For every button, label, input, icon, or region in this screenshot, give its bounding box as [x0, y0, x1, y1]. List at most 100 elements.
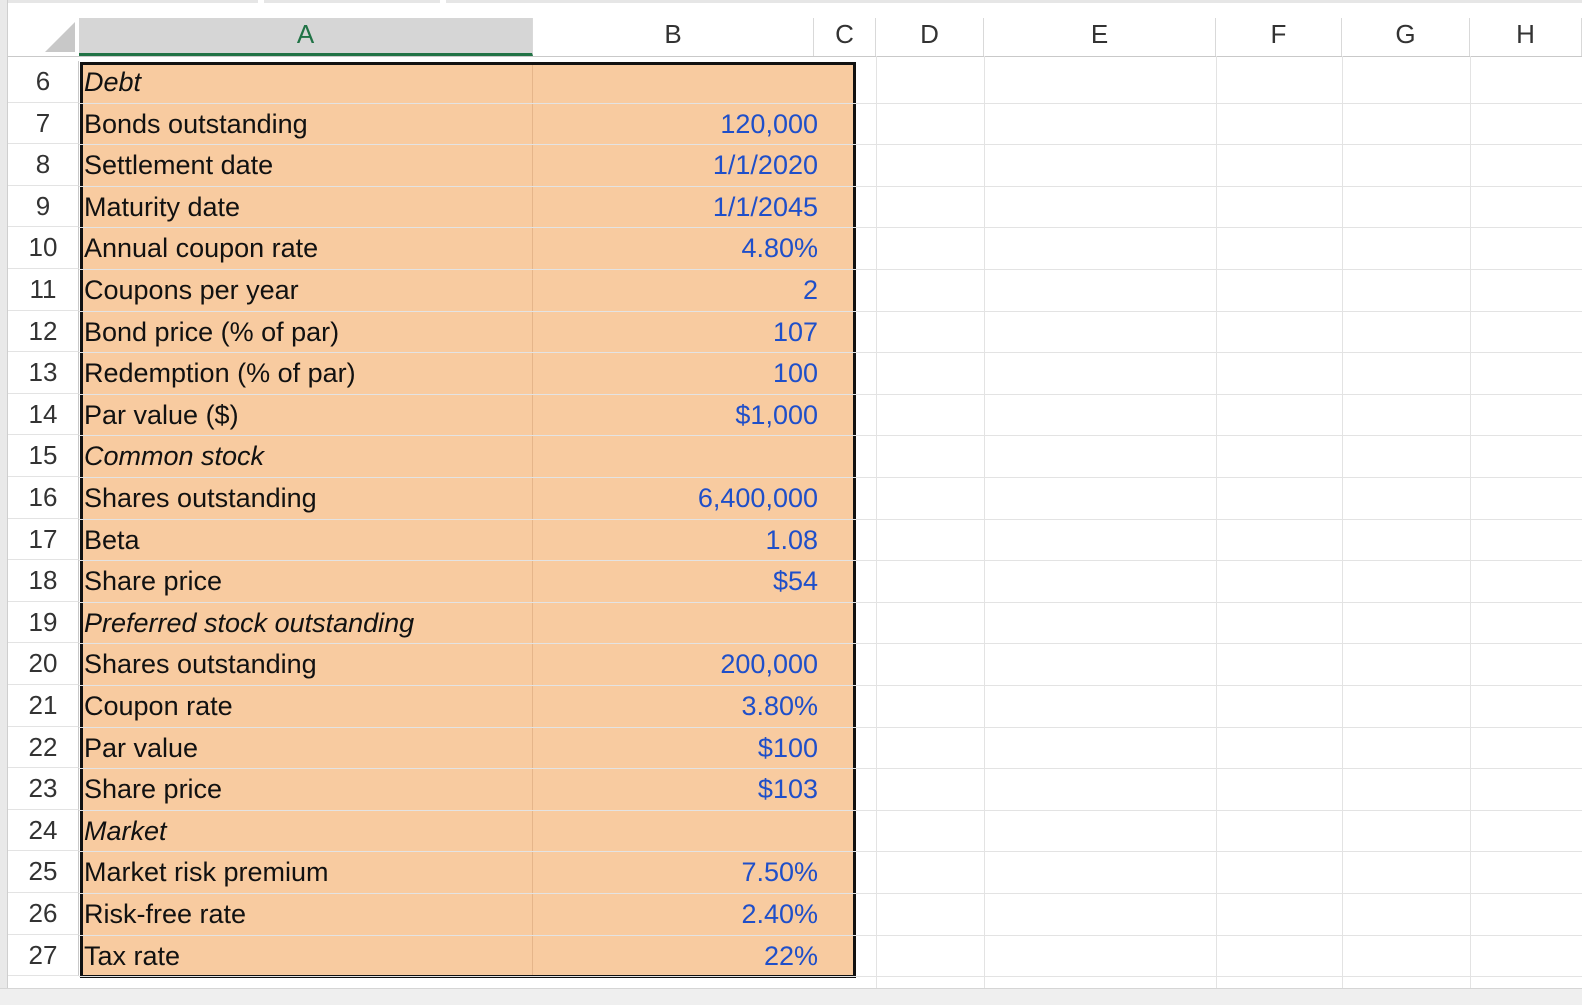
window-left-edge	[0, 0, 8, 1004]
row-header[interactable]: 12	[8, 310, 79, 353]
column-header-g[interactable]: G	[1342, 18, 1470, 56]
value-cell[interactable]	[542, 602, 818, 644]
value-cell[interactable]: $54	[542, 560, 818, 602]
value-cell[interactable]: 2	[542, 269, 818, 311]
label-cell[interactable]: Tax rate	[84, 935, 180, 977]
value-cell[interactable]: 2.40%	[542, 893, 818, 935]
gridline-horizontal	[79, 768, 1582, 770]
value-cell[interactable]: 120,000	[542, 103, 818, 145]
column-header-e[interactable]: E	[984, 18, 1216, 56]
row-header[interactable]: 27	[8, 934, 79, 977]
column-header-h[interactable]: H	[1470, 18, 1582, 56]
value-cell[interactable]: $100	[542, 727, 818, 769]
value-cell[interactable]	[542, 810, 818, 852]
gridline-horizontal	[79, 435, 1582, 437]
column-header-c[interactable]: C	[814, 18, 876, 56]
value-cell[interactable]: $1,000	[542, 394, 818, 436]
label-cell[interactable]: Bonds outstanding	[84, 103, 308, 145]
toolbar-tab-edge	[264, 0, 440, 3]
column-header-b[interactable]: B	[533, 18, 814, 56]
gridline-horizontal	[79, 144, 1582, 146]
label-cell[interactable]: Beta	[84, 519, 140, 561]
row-header[interactable]: 20	[8, 643, 79, 685]
label-cell[interactable]: Settlement date	[84, 144, 273, 186]
row-header[interactable]: 18	[8, 560, 79, 602]
row-header[interactable]: 10	[8, 227, 79, 269]
row-header[interactable]: 11	[8, 269, 79, 311]
column-header-a[interactable]: A	[79, 18, 533, 56]
gridline-horizontal	[79, 934, 1582, 936]
section-heading-cell[interactable]: Preferred stock outstanding	[84, 602, 414, 644]
row-header[interactable]: 23	[8, 768, 79, 810]
row-header[interactable]: 21	[8, 685, 79, 727]
gridline-vertical	[1216, 56, 1217, 996]
gridline-vertical	[984, 56, 985, 996]
section-heading-cell[interactable]: Common stock	[84, 435, 264, 477]
gridline-horizontal	[79, 560, 1582, 562]
label-cell[interactable]: Annual coupon rate	[84, 227, 318, 269]
gridline-horizontal	[79, 269, 1582, 270]
row-header[interactable]: 14	[8, 393, 79, 436]
value-cell[interactable]: 100	[542, 352, 818, 394]
gridline-horizontal	[79, 809, 1582, 811]
row-header[interactable]: 6	[8, 61, 79, 103]
row-header[interactable]: 7	[8, 102, 79, 145]
value-cell[interactable]: 3.80%	[542, 685, 818, 727]
value-cell[interactable]: 6,400,000	[542, 477, 818, 519]
toolbar-strip	[0, 0, 1582, 18]
row-header[interactable]: 17	[8, 518, 79, 561]
row-header[interactable]: 8	[8, 144, 79, 186]
row-header[interactable]: 19	[8, 601, 79, 644]
section-heading-cell[interactable]: Debt	[84, 61, 141, 103]
gridline-horizontal	[79, 185, 1582, 187]
value-cell[interactable]: 4.80%	[542, 227, 818, 269]
gridline-horizontal	[79, 726, 1582, 728]
label-cell[interactable]: Share price	[84, 560, 222, 602]
row-header[interactable]: 26	[8, 893, 79, 935]
label-cell[interactable]: Par value	[84, 727, 198, 769]
label-cell[interactable]: Market risk premium	[84, 851, 329, 893]
gridline-horizontal	[79, 976, 1582, 978]
gridline-vertical	[876, 56, 877, 996]
label-cell[interactable]: Coupon rate	[84, 685, 233, 727]
row-header[interactable]: 9	[8, 185, 79, 228]
column-header-row: ABCDEFGH	[8, 18, 1582, 57]
gridline-vertical	[1342, 56, 1343, 996]
column-divider-a-b	[532, 65, 533, 975]
value-cell[interactable]: 200,000	[542, 643, 818, 685]
row-header[interactable]: 16	[8, 477, 79, 519]
value-cell[interactable]: 22%	[542, 935, 818, 977]
gridline-horizontal	[79, 685, 1582, 686]
gridline-horizontal	[79, 893, 1582, 894]
row-header[interactable]: 15	[8, 435, 79, 477]
column-header-f[interactable]: F	[1216, 18, 1342, 56]
value-cell[interactable]: 1.08	[542, 519, 818, 561]
row-header[interactable]: 25	[8, 851, 79, 893]
label-cell[interactable]: Par value ($)	[84, 394, 239, 436]
label-cell[interactable]: Maturity date	[84, 186, 240, 228]
label-cell[interactable]: Shares outstanding	[84, 477, 317, 519]
row-header[interactable]: 22	[8, 726, 79, 769]
select-all-corner[interactable]	[8, 18, 80, 56]
column-header-d[interactable]: D	[876, 18, 984, 56]
label-cell[interactable]: Shares outstanding	[84, 643, 317, 685]
gridline-vertical	[1470, 56, 1471, 996]
value-cell[interactable]: 107	[542, 311, 818, 353]
label-cell[interactable]: Share price	[84, 768, 222, 810]
toolbar-tab-edge	[446, 0, 1582, 3]
value-cell[interactable]: 7.50%	[542, 851, 818, 893]
horizontal-scrollbar[interactable]	[0, 988, 1582, 1005]
label-cell[interactable]: Bond price (% of par)	[84, 311, 339, 353]
row-header[interactable]: 13	[8, 352, 79, 394]
label-cell[interactable]: Redemption (% of par)	[84, 352, 356, 394]
value-cell[interactable]: 1/1/2020	[542, 144, 818, 186]
value-cell[interactable]	[542, 61, 818, 103]
value-cell[interactable]	[542, 435, 818, 477]
select-all-triangle-icon[interactable]	[45, 22, 75, 52]
label-cell[interactable]: Coupons per year	[84, 269, 299, 311]
section-heading-cell[interactable]: Market	[84, 810, 167, 852]
label-cell[interactable]: Risk-free rate	[84, 893, 246, 935]
value-cell[interactable]: $103	[542, 768, 818, 810]
value-cell[interactable]: 1/1/2045	[542, 186, 818, 228]
row-header[interactable]: 24	[8, 809, 79, 852]
